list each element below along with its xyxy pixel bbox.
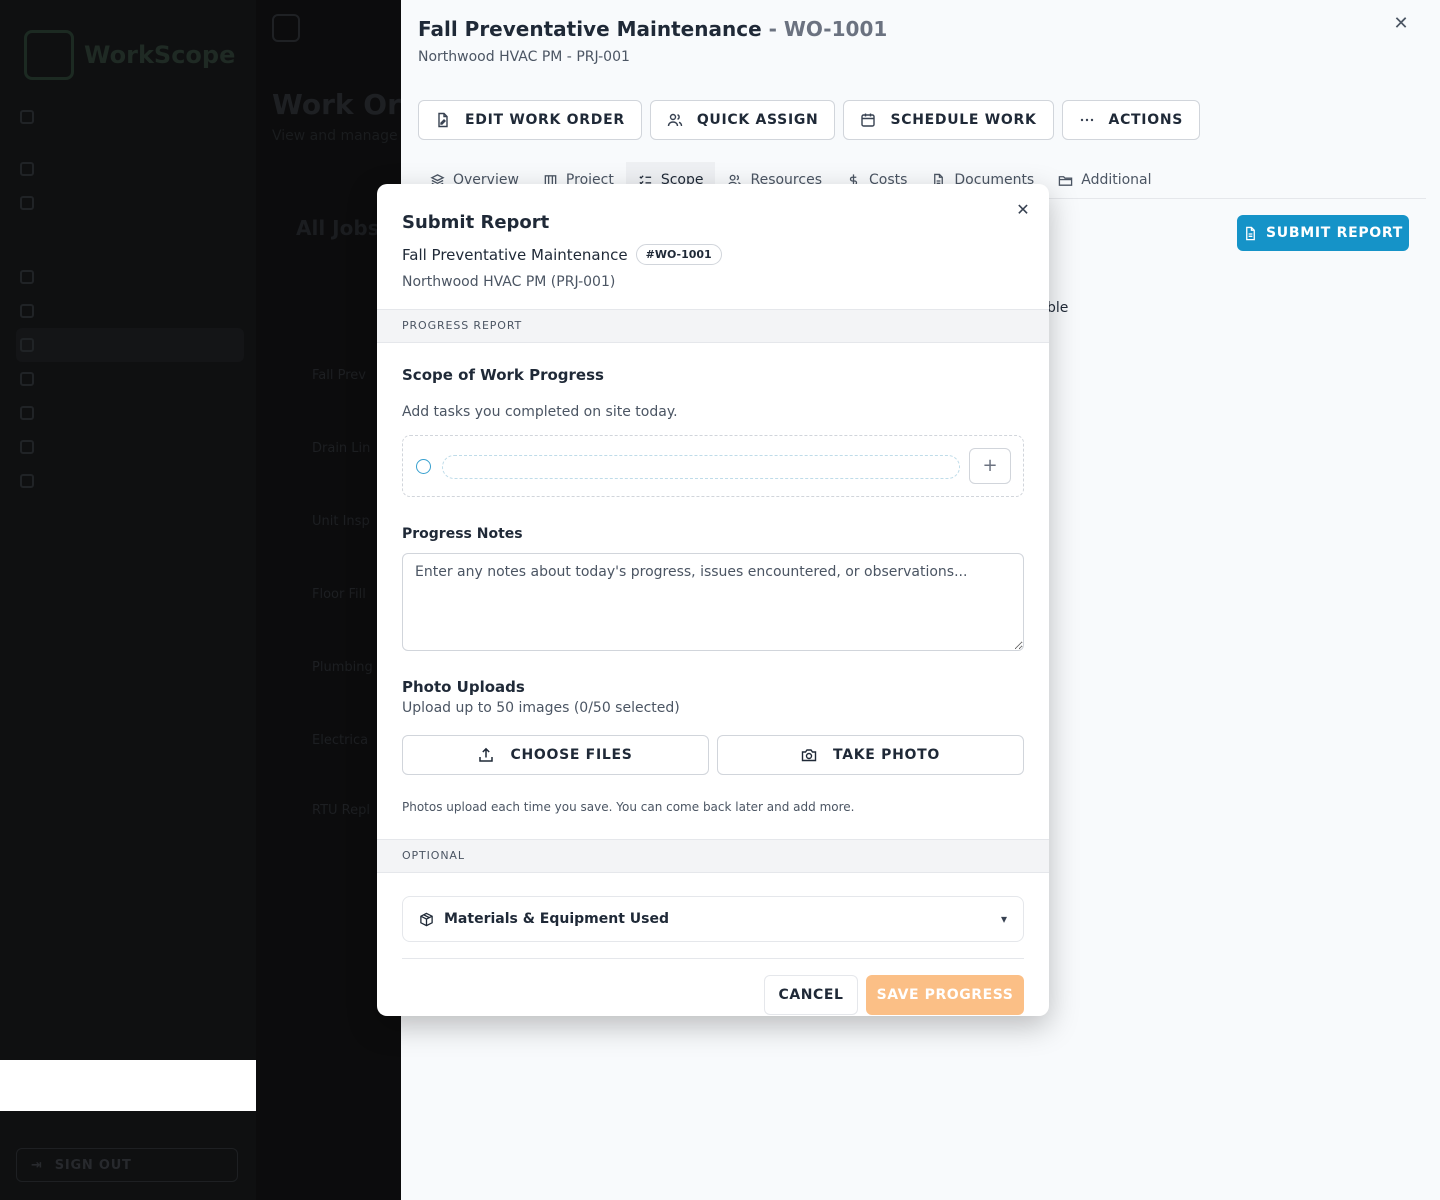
background-card-title: All Jobs	[296, 216, 380, 240]
background-sidebar: WorkScope ⇥ SIGN OUT	[0, 0, 256, 1200]
edit-work-order-button[interactable]: EDIT WORK ORDER	[418, 100, 642, 140]
drawer-title-separator: -	[761, 17, 784, 41]
drawer-toolbar: EDIT WORK ORDER QUICK ASSIGN SCHEDULE WO…	[418, 100, 1201, 140]
save-progress-button[interactable]: SAVE PROGRESS	[866, 975, 1024, 1015]
section-progress-report: PROGRESS REPORT	[377, 309, 1049, 343]
background-app: WorkScope ⇥ SIGN OUT Work Or View and ma…	[0, 0, 401, 1200]
tab-additional[interactable]: Additional	[1046, 162, 1163, 198]
sign-out-button: ⇥ SIGN OUT	[16, 1148, 238, 1182]
nav-icon	[20, 110, 34, 124]
sign-out-label: SIGN OUT	[54, 1157, 132, 1173]
task-checkbox[interactable]	[416, 459, 431, 474]
submit-report-button[interactable]: SUBMIT REPORT	[1237, 215, 1409, 251]
materials-equipment-label: Materials & Equipment Used	[444, 911, 670, 927]
plus-icon: +	[982, 455, 998, 476]
bg-nav-item	[16, 186, 244, 220]
quick-assign-button[interactable]: QUICK ASSIGN	[649, 100, 836, 140]
drawer-close-icon[interactable]: ✕	[1391, 14, 1411, 34]
work-order-badge: #WO-1001	[635, 244, 722, 265]
bg-nav-item	[16, 396, 244, 430]
scope-description: Add tasks you completed on site today.	[402, 404, 678, 420]
progress-notes-textarea[interactable]	[402, 553, 1024, 651]
bg-nav-item	[16, 294, 244, 328]
quick-assign-label: QUICK ASSIGN	[696, 112, 819, 128]
photo-uploads-heading: Photo Uploads	[402, 678, 525, 696]
folder-icon	[1058, 175, 1073, 186]
schedule-work-label: SCHEDULE WORK	[890, 112, 1037, 128]
bg-nav-item	[16, 464, 244, 498]
background-nav	[16, 100, 244, 498]
edit-work-order-label: EDIT WORK ORDER	[465, 112, 625, 128]
bg-nav-item-active	[16, 328, 244, 362]
nav-icon	[20, 270, 34, 284]
bg-nav-item	[16, 430, 244, 464]
nav-icon	[20, 196, 34, 210]
tab-additional-label: Additional	[1081, 172, 1152, 188]
package-icon	[420, 912, 433, 926]
background-page-subtitle: View and manage	[272, 128, 398, 144]
modal-title: Submit Report	[402, 212, 550, 233]
photo-uploads-description: Upload up to 50 images (0/50 selected)	[402, 700, 680, 716]
footer-divider	[402, 958, 1024, 959]
nav-icon	[20, 372, 34, 386]
calendar-icon	[861, 113, 876, 127]
submit-report-label: SUBMIT REPORT	[1266, 225, 1403, 241]
sidebar-toggle-icon	[272, 14, 300, 42]
bg-nav-item	[16, 260, 244, 294]
task-input[interactable]	[442, 455, 960, 479]
choose-files-label: CHOOSE FILES	[510, 747, 633, 763]
sign-out-icon: ⇥	[31, 1157, 43, 1173]
cancel-button[interactable]: CANCEL	[764, 975, 858, 1015]
file-text-icon	[1246, 226, 1255, 240]
drawer-subtitle: Northwood HVAC PM - PRJ-001	[418, 49, 630, 65]
actions-button[interactable]: ACTIONS	[1061, 100, 1201, 140]
progress-notes-label: Progress Notes	[402, 526, 523, 542]
section-optional: OPTIONAL	[377, 839, 1049, 873]
submit-report-modal: ✕ Submit Report Fall Preventative Mainte…	[377, 184, 1049, 1016]
take-photo-button[interactable]: TAKE PHOTO	[717, 735, 1024, 775]
photo-upload-hint: Photos upload each time you save. You ca…	[402, 800, 855, 814]
users-icon	[667, 113, 683, 127]
camera-icon	[801, 749, 817, 762]
choose-files-button[interactable]: CHOOSE FILES	[402, 735, 709, 775]
scope-heading: Scope of Work Progress	[402, 366, 604, 384]
upload-icon	[479, 747, 494, 762]
take-photo-label: TAKE PHOTO	[833, 747, 940, 763]
nav-icon	[20, 162, 34, 176]
background-logo: WorkScope	[24, 30, 235, 80]
bg-nav-item	[16, 100, 244, 134]
task-entry-row: +	[402, 435, 1024, 497]
nav-icon	[20, 406, 34, 420]
bg-nav-item	[16, 362, 244, 396]
scope-content-peek: ble	[1047, 300, 1069, 316]
modal-work-order-name: Fall Preventative Maintenance	[402, 245, 628, 264]
modal-close-icon[interactable]: ✕	[1013, 200, 1033, 220]
nav-icon	[20, 304, 34, 318]
more-dots-icon	[1080, 118, 1093, 122]
file-edit-icon	[438, 112, 448, 128]
logo-text: WorkScope	[84, 41, 236, 69]
drawer-title: Fall Preventative Maintenance - WO-1001	[418, 17, 887, 41]
nav-icon	[20, 440, 34, 454]
background-white-bar	[0, 1060, 256, 1111]
drawer-title-name: Fall Preventative Maintenance	[418, 17, 762, 41]
bg-nav-item	[16, 152, 244, 186]
actions-label: ACTIONS	[1108, 112, 1184, 128]
modal-project: Northwood HVAC PM (PRJ-001)	[402, 274, 616, 290]
schedule-work-button[interactable]: SCHEDULE WORK	[843, 100, 1054, 140]
materials-equipment-accordion[interactable]: Materials & Equipment Used ▾	[402, 896, 1024, 942]
background-page-title: Work Or	[272, 88, 401, 121]
nav-icon	[20, 338, 34, 352]
drawer-title-wo-id: WO-1001	[783, 17, 888, 41]
nav-icon	[20, 474, 34, 488]
chevron-down-icon: ▾	[1000, 912, 1007, 926]
modal-work-order-row: Fall Preventative Maintenance #WO-1001	[402, 244, 722, 265]
add-task-button[interactable]: +	[969, 448, 1011, 484]
logo-mark-icon	[24, 30, 74, 80]
